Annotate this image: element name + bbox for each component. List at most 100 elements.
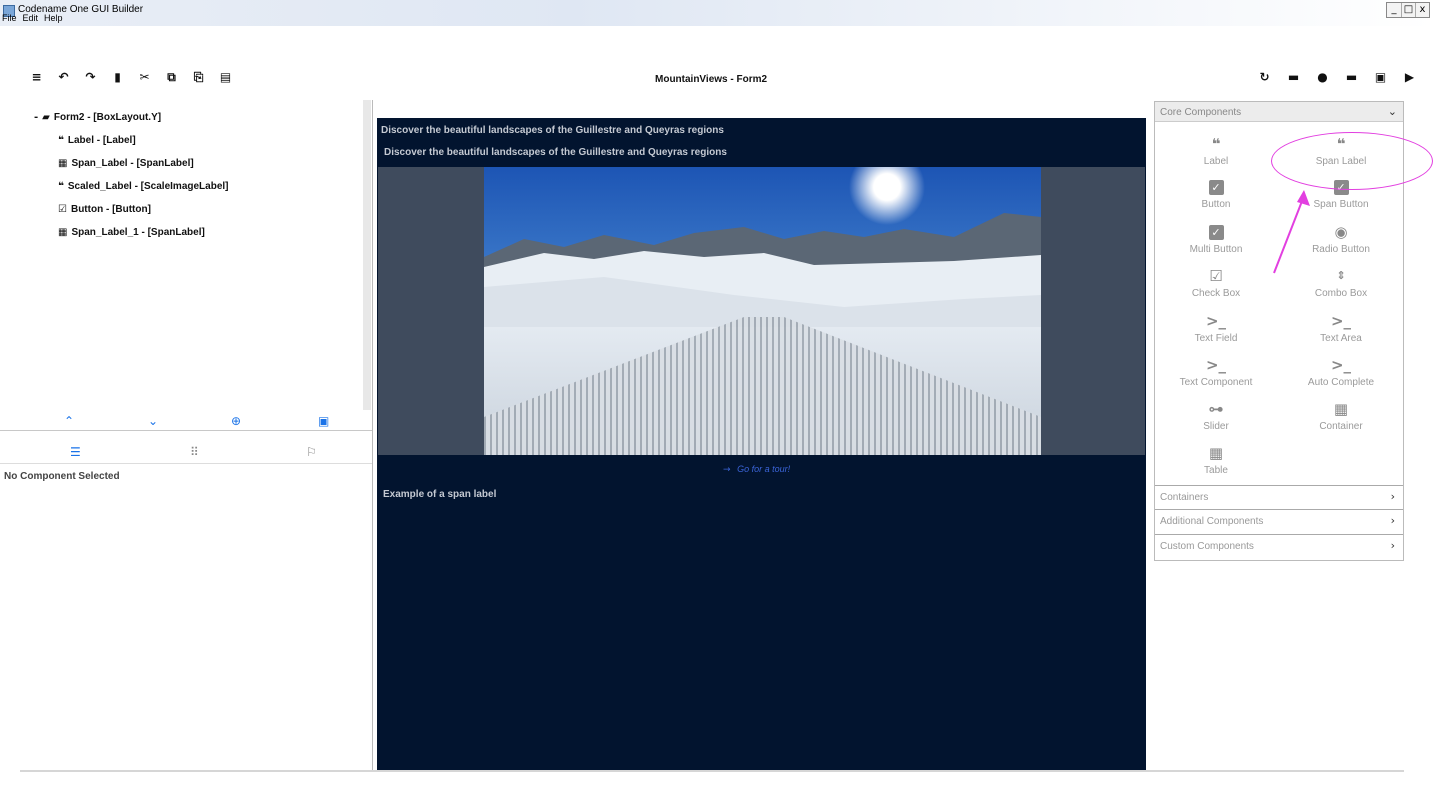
form-span-label-text[interactable]: Discover the beautiful landscapes of the… xyxy=(384,147,727,158)
label-icon: ❝ xyxy=(58,181,64,192)
add-circle-icon[interactable]: ⊕ xyxy=(231,414,241,428)
chevron-down-icon[interactable]: ⌄ xyxy=(148,414,158,428)
palette-item-multi-button[interactable]: ✓ Multi Button xyxy=(1161,223,1271,255)
checkbox-icon: ✓ xyxy=(1208,180,1224,195)
core-components-header[interactable]: Core Components ⌄ xyxy=(1155,102,1403,122)
no-selection-message: No Component Selected xyxy=(4,471,120,482)
palette-item-text-component[interactable]: >_ Text Component xyxy=(1161,356,1271,388)
close-button[interactable]: x xyxy=(1415,3,1429,17)
save-icon[interactable]: ▬ xyxy=(1287,71,1300,84)
tour-button-label: Go for a tour! xyxy=(737,464,791,474)
menu-help[interactable]: Help xyxy=(44,13,63,26)
chevron-right-icon: › xyxy=(1390,514,1395,527)
custom-components-section[interactable]: Custom Components › xyxy=(1155,534,1403,558)
cut-icon[interactable]: ✂ xyxy=(138,71,151,84)
chevron-right-icon: › xyxy=(1390,539,1395,552)
table-icon: ▦ xyxy=(1208,444,1224,462)
redo-icon[interactable]: ↷ xyxy=(84,71,97,84)
style-icon[interactable]: ⚐ xyxy=(306,445,317,459)
save-copy-icon[interactable]: ▬ xyxy=(1345,71,1358,84)
palette-item-check-box[interactable]: ☑ Check Box xyxy=(1161,267,1271,299)
form-title: MountainViews - Form2 xyxy=(655,74,768,85)
quote-icon: ❝ xyxy=(1211,135,1221,153)
containers-section[interactable]: Containers › xyxy=(1155,485,1403,509)
tree-node-label: Span_Label_1 - [SpanLabel] xyxy=(71,227,205,238)
save-alt-icon[interactable]: ▣ xyxy=(1374,71,1387,84)
tree-node-scaled-label[interactable]: ❝ Scaled_Label - [ScaleImageLabel] xyxy=(58,181,229,192)
taskbar-strip xyxy=(0,770,1434,790)
tree-node-label: Scaled_Label - [ScaleImageLabel] xyxy=(67,181,229,192)
tree-node-label[interactable]: ❝ Label - [Label] xyxy=(58,135,136,146)
maximize-button[interactable]: □ xyxy=(1401,3,1415,17)
panel-divider[interactable] xyxy=(0,430,372,431)
tree-node-label: Span_Label - [SpanLabel] xyxy=(71,158,194,169)
button-icon: ☑ xyxy=(58,204,67,215)
palette-item-text-field[interactable]: >_ Text Field xyxy=(1161,312,1271,344)
tree-node-span-label[interactable]: ▦ Span_Label - [SpanLabel] xyxy=(58,158,194,169)
save-component-icon[interactable]: ▣ xyxy=(318,414,329,428)
palette-item-button[interactable]: ✓ Button xyxy=(1161,178,1271,210)
form-label-text[interactable]: Discover the beautiful landscapes of the… xyxy=(381,125,724,136)
span-label-icon: ▦ xyxy=(58,158,68,169)
component-tree: - ▰ Form2 - [BoxLayout.Y] ❝ Label - [Lab… xyxy=(0,100,362,410)
list-icon[interactable]: ▤ xyxy=(219,71,232,84)
tree-node-span-label-1[interactable]: ▦ Span_Label_1 - [SpanLabel] xyxy=(58,227,205,238)
tree-scrollbar[interactable] xyxy=(363,100,371,410)
annotation-arrow xyxy=(1273,190,1310,274)
tree-node-label: Form2 - [BoxLayout.Y] xyxy=(53,112,162,123)
go-for-a-tour-button[interactable]: → Go for a tour! xyxy=(723,464,790,475)
palette-item-table[interactable]: ▦ Table xyxy=(1161,444,1271,476)
prompt-icon: >_ xyxy=(1205,356,1227,374)
tree-node-label: Button - [Button] xyxy=(70,204,151,215)
palette-item-label[interactable]: ❝ Label xyxy=(1161,135,1271,167)
span-label-icon: ▦ xyxy=(58,227,68,238)
palette-item-auto-complete[interactable]: >_ Auto Complete xyxy=(1286,356,1396,388)
core-components-title: Core Components xyxy=(1160,107,1242,118)
grid-icon: ▦ xyxy=(1333,400,1349,418)
minimize-button[interactable]: _ xyxy=(1387,3,1401,17)
menu-bar: File Edit Help xyxy=(0,13,63,26)
check-box-icon: ☑ xyxy=(1209,267,1223,285)
scaled-image-label[interactable] xyxy=(378,167,1145,455)
menu-icon[interactable]: ≡ xyxy=(30,71,43,84)
form-canvas[interactable]: Discover the beautiful landscapes of the… xyxy=(377,118,1146,770)
mountain-landscape-image xyxy=(484,167,1041,455)
property-tabs: ☰ ⠿ ⚐ xyxy=(0,442,372,464)
tree-node-form2[interactable]: - ▰ Form2 - [BoxLayout.Y] xyxy=(34,112,161,123)
prompt-icon: >_ xyxy=(1205,312,1227,330)
tree-node-label: Label - [Label] xyxy=(67,135,136,146)
palette-item-slider[interactable]: ⊶ Slider xyxy=(1161,400,1271,432)
chevron-up-icon[interactable]: ⌃ xyxy=(64,414,74,428)
record-icon[interactable]: ● xyxy=(1316,71,1329,84)
palette-item-container[interactable]: ▦ Container xyxy=(1286,400,1396,432)
events-grid-icon[interactable]: ⠿ xyxy=(190,445,199,459)
gui-builder-window: Codename One GUI Builder _ □ x File Edit… xyxy=(0,0,1434,790)
title-bar-background xyxy=(0,0,1434,26)
prompt-icon: >_ xyxy=(1330,312,1352,330)
expand-toggle[interactable]: - xyxy=(34,112,38,123)
additional-components-section[interactable]: Additional Components › xyxy=(1155,509,1403,533)
undo-icon[interactable]: ↶ xyxy=(57,71,70,84)
play-icon[interactable]: ▶ xyxy=(1403,71,1416,84)
form-span-label-1-text[interactable]: Example of a span label xyxy=(383,489,496,500)
paste-icon[interactable]: ⎘ xyxy=(192,71,205,84)
slider-icon: ⊶ xyxy=(1208,400,1224,418)
label-icon: ❝ xyxy=(58,135,64,146)
folder-icon: ▰ xyxy=(42,112,50,123)
delete-icon[interactable]: ▮ xyxy=(111,71,124,84)
menu-file[interactable]: File xyxy=(2,13,17,26)
checkbox-icon: ✓ xyxy=(1208,225,1224,240)
arrow-right-icon: → xyxy=(723,465,731,475)
palette-item-text-area[interactable]: >_ Text Area xyxy=(1286,312,1396,344)
menu-edit[interactable]: Edit xyxy=(23,13,39,26)
title-bar: Codename One GUI Builder _ □ x xyxy=(0,0,1434,26)
prompt-icon: >_ xyxy=(1330,356,1352,374)
tree-node-button[interactable]: ☑ Button - [Button] xyxy=(58,204,151,215)
chevron-down-icon: ⌄ xyxy=(1387,105,1397,118)
left-panel: - ▰ Form2 - [BoxLayout.Y] ❝ Label - [Lab… xyxy=(0,100,372,770)
copy-icon[interactable]: ⧉ xyxy=(165,71,178,84)
taskbar-line xyxy=(20,770,1404,772)
properties-list-icon[interactable]: ☰ xyxy=(70,445,81,459)
chevron-right-icon: › xyxy=(1390,490,1395,503)
refresh-icon[interactable]: ↻ xyxy=(1258,71,1271,84)
